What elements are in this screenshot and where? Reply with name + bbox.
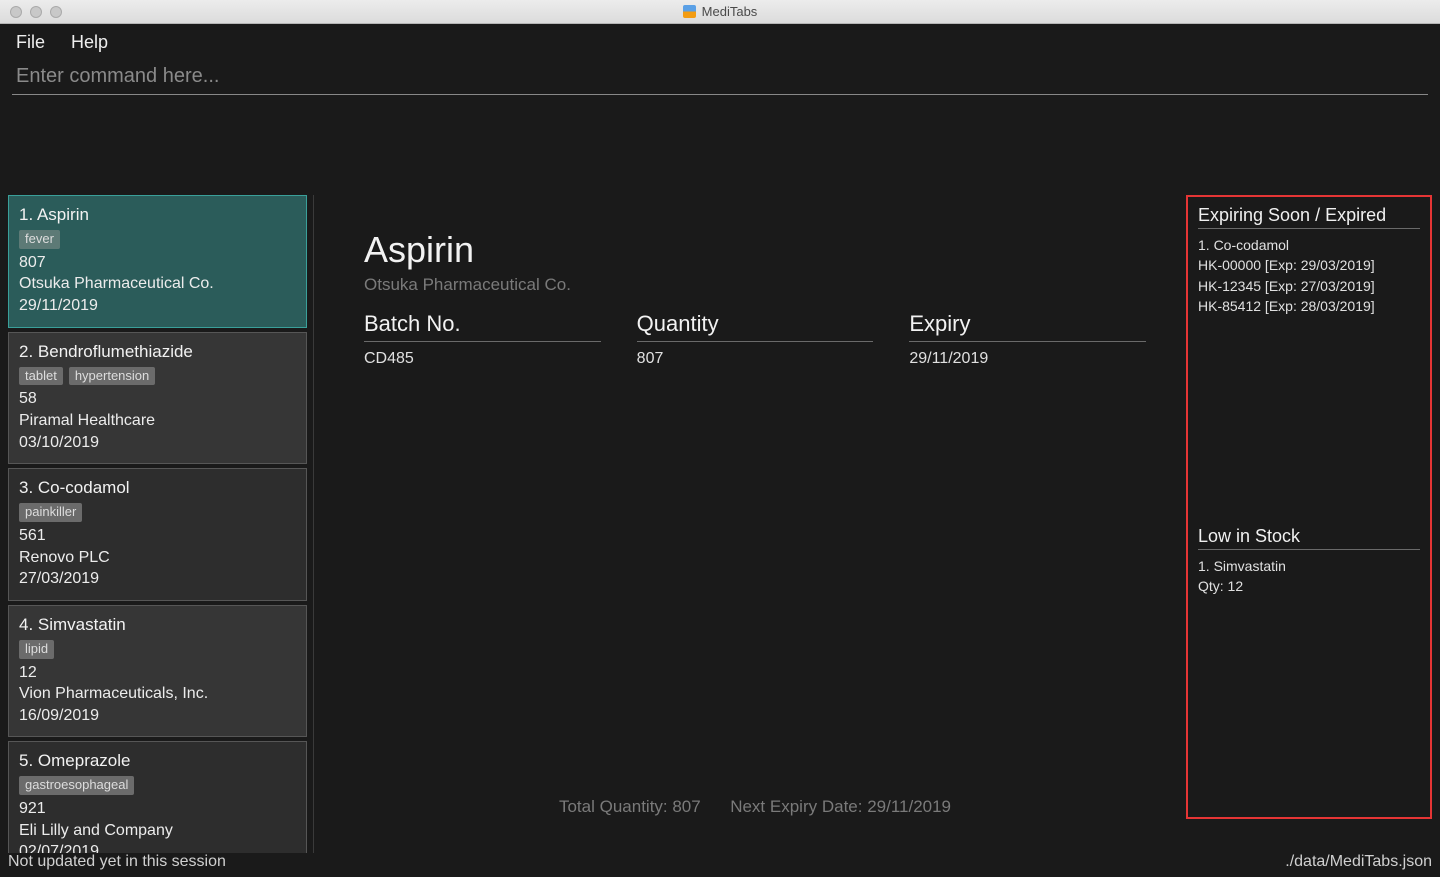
info-panel: Expiring Soon / Expired 1. Co-codamolHK-… (1186, 195, 1432, 819)
lowstock-item-qty: Qty: 12 (1198, 576, 1420, 596)
app-icon (683, 5, 696, 18)
list-item-tags: painkiller (19, 503, 296, 522)
list-item-tags: lipid (19, 640, 296, 659)
list-item-qty: 921 (19, 798, 296, 820)
status-right: ./data/MediTabs.json (1285, 853, 1432, 871)
list-item-title: 2. Bendroflumethiazide (19, 341, 296, 364)
list-item-qty: 58 (19, 388, 296, 410)
expiring-batch-line: HK-12345 [Exp: 27/03/2019] (1198, 276, 1420, 296)
list-item-expiry: 02/07/2019 (19, 841, 296, 853)
status-left: Not updated yet in this session (8, 853, 226, 871)
expiring-list: 1. Co-codamolHK-00000 [Exp: 29/03/2019]H… (1198, 235, 1420, 316)
detail-company: Otsuka Pharmaceutical Co. (364, 275, 1146, 295)
list-item-company: Renovo PLC (19, 547, 296, 569)
tag: gastroesophageal (19, 776, 134, 795)
list-item-expiry: 27/03/2019 (19, 568, 296, 590)
tag: hypertension (69, 367, 155, 386)
list-item-tags: fever (19, 230, 296, 249)
detail-pane: Aspirin Otsuka Pharmaceutical Co. Batch … (314, 195, 1186, 853)
batch-value: CD485 (364, 350, 601, 368)
list-item[interactable]: 1. Aspirin fever 807Otsuka Pharmaceutical … (8, 195, 307, 328)
medicine-list: 1. Aspirin fever 807Otsuka Pharmaceutical … (8, 195, 314, 853)
list-item-title: 5. Omeprazole (19, 750, 296, 773)
list-item-company: Otsuka Pharmaceutical Co. (19, 273, 296, 295)
tag: lipid (19, 640, 54, 659)
menu-file[interactable]: File (16, 32, 45, 53)
expiring-item-label: 1. Co-codamol (1198, 235, 1420, 255)
command-input[interactable] (12, 59, 1428, 95)
quantity-value: 807 (637, 350, 874, 368)
list-item-company: Vion Pharmaceuticals, Inc. (19, 683, 296, 705)
batch-header: Batch No. (364, 311, 601, 342)
list-item-qty: 807 (19, 252, 296, 274)
list-item-company: Eli Lilly and Company (19, 820, 296, 842)
list-item-expiry: 29/11/2019 (19, 295, 296, 317)
list-item-title: 1. Aspirin (19, 204, 296, 227)
quantity-header: Quantity (637, 311, 874, 342)
list-item-tags: tablet hypertension (19, 367, 296, 386)
detail-footer: Total Quantity: 807 Next Expiry Date: 29… (364, 797, 1146, 853)
tag: fever (19, 230, 60, 249)
menubar: File Help (0, 24, 1440, 59)
footer-total-quantity: Total Quantity: 807 (559, 797, 701, 816)
list-item-expiry: 03/10/2019 (19, 432, 296, 454)
expiring-batch-line: HK-00000 [Exp: 29/03/2019] (1198, 255, 1420, 275)
list-item[interactable]: 3. Co-codamol painkiller 561Renovo PLC27/0… (8, 468, 307, 601)
tag: painkiller (19, 503, 82, 522)
detail-medicine-name: Aspirin (364, 229, 1146, 271)
statusbar: Not updated yet in this session ./data/M… (0, 853, 1440, 877)
tag: tablet (19, 367, 63, 386)
lowstock-item-label: 1. Simvastatin (1198, 556, 1420, 576)
list-item-qty: 12 (19, 662, 296, 684)
list-item-tags: gastroesophageal (19, 776, 296, 795)
expiry-value: 29/11/2019 (909, 350, 1146, 368)
list-item[interactable]: 4. Simvastatin lipid 12Vion Pharmaceutical… (8, 605, 307, 738)
lowstock-list: 1. Simvastatin Qty: 12 (1198, 556, 1420, 597)
list-item-company: Piramal Healthcare (19, 410, 296, 432)
window-title: MediTabs (702, 4, 758, 19)
list-item[interactable]: 5. Omeprazole gastroesophageal 921Eli Lill… (8, 741, 307, 853)
list-item-title: 3. Co-codamol (19, 477, 296, 500)
expiring-title: Expiring Soon / Expired (1198, 205, 1420, 229)
expiring-batch-line: HK-85412 [Exp: 28/03/2019] (1198, 296, 1420, 316)
lowstock-title: Low in Stock (1198, 526, 1420, 550)
menu-help[interactable]: Help (71, 32, 108, 53)
list-item-qty: 561 (19, 525, 296, 547)
expiry-header: Expiry (909, 311, 1146, 342)
footer-next-expiry: Next Expiry Date: 29/11/2019 (730, 797, 951, 816)
list-item[interactable]: 2. Bendroflumethiazide tablet hypertension… (8, 332, 307, 465)
list-item-title: 4. Simvastatin (19, 614, 296, 637)
window-titlebar: MediTabs (0, 0, 1440, 24)
list-item-expiry: 16/09/2019 (19, 705, 296, 727)
